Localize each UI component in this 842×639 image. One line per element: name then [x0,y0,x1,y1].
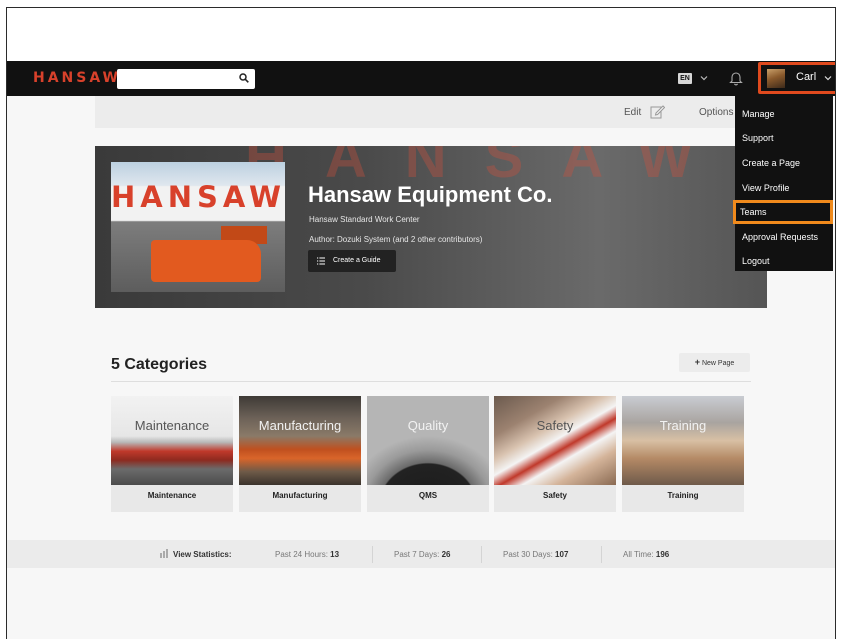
page-subtitle: Hansaw Standard Work Center [309,215,420,224]
menu-item-view-profile[interactable]: View Profile [735,176,833,200]
category-image-text: Training [659,418,707,433]
page-title: Hansaw Equipment Co. [308,182,553,207]
category-image-text: Maintenance [134,418,210,433]
category-image-text: Manufacturing [258,418,342,433]
new-page-button[interactable]: + New Page [679,353,750,372]
chevron-down-icon[interactable] [699,73,709,83]
category-image-text: Safety [536,418,574,433]
stats-past-7-days: Past 7 Days: 26 [394,550,451,559]
menu-item-manage[interactable]: Manage [735,102,833,126]
chevron-down-icon [824,76,832,81]
page-author[interactable]: Author: Dozuki System (and 2 other contr… [309,235,482,244]
edit-button[interactable]: Edit [624,107,641,118]
page-toolbar [95,96,741,128]
menu-item-teams[interactable]: Teams [733,200,833,224]
category-label: Training [667,491,699,500]
create-guide-label: Create a Guide [333,257,381,264]
menu-item-support[interactable]: Support [735,126,833,150]
user-menu-button[interactable]: Carl [758,62,835,94]
pencil-icon[interactable] [650,104,665,119]
category-card-training[interactable]: Training Training [622,396,744,512]
category-card-qms[interactable]: Quality QMS [367,396,489,512]
user-dropdown-menu: Manage Support Create a Page View Profil… [733,96,833,273]
category-image: Maintenance [111,396,233,485]
divider [372,546,373,563]
avatar [767,69,785,88]
divider [601,546,602,563]
list-icon [317,257,325,265]
plus-icon: + [694,357,700,367]
category-image-text: Quality [407,418,449,433]
search-input[interactable] [117,69,255,89]
site-logo[interactable]: HANSAW [33,70,121,86]
options-button[interactable]: Options [699,107,733,118]
bar-chart-icon [160,549,168,558]
view-statistics-bar: View Statistics: Past 24 Hours: 13 Past … [7,540,835,568]
stats-past-30-days: Past 30 Days: 107 [503,550,569,559]
new-page-label: New Page [701,360,735,367]
stats-all-time: All Time: 196 [623,550,670,559]
menu-item-approval-requests[interactable]: Approval Requests [735,225,833,249]
menu-item-logout[interactable]: Logout [735,249,833,273]
hero-logo-text: HANSAW [111,180,285,214]
notifications-bell-icon[interactable] [729,70,743,86]
category-label: Safety [542,491,567,500]
categories-heading: 5 Categories [111,356,208,373]
screenshot-frame: HANSAW EN Carl Edit Options HANSAW HANSA… [6,7,836,639]
divider [481,546,482,563]
stats-label: View Statistics: [173,550,232,559]
category-card-manufacturing[interactable]: Manufacturing Manufacturing [239,396,361,512]
hero-logo-image: HANSAW [111,162,285,292]
search-icon[interactable] [239,73,249,83]
category-image: Training [622,396,744,485]
hero-banner: HANSAW HANSAW Hansaw Equipment Co. Hansa… [95,146,767,308]
category-label: Manufacturing [272,491,328,500]
create-guide-button[interactable]: Create a Guide [308,250,396,272]
category-card-maintenance[interactable]: Maintenance Maintenance [111,396,233,512]
category-image: Manufacturing [239,396,361,485]
category-label: Maintenance [147,491,197,500]
divider [111,381,751,382]
stats-past-24-hours: Past 24 Hours: 13 [275,550,340,559]
category-image: Safety [494,396,616,485]
user-name: Carl [796,71,817,83]
category-image: Quality [367,396,489,485]
top-nav-bar: HANSAW EN Carl [7,61,835,96]
excavator-body [151,240,261,282]
category-card-safety[interactable]: Safety Safety [494,396,616,512]
menu-item-create-page[interactable]: Create a Page [735,151,833,175]
category-label: QMS [418,491,438,500]
language-selector[interactable]: EN [678,73,692,84]
